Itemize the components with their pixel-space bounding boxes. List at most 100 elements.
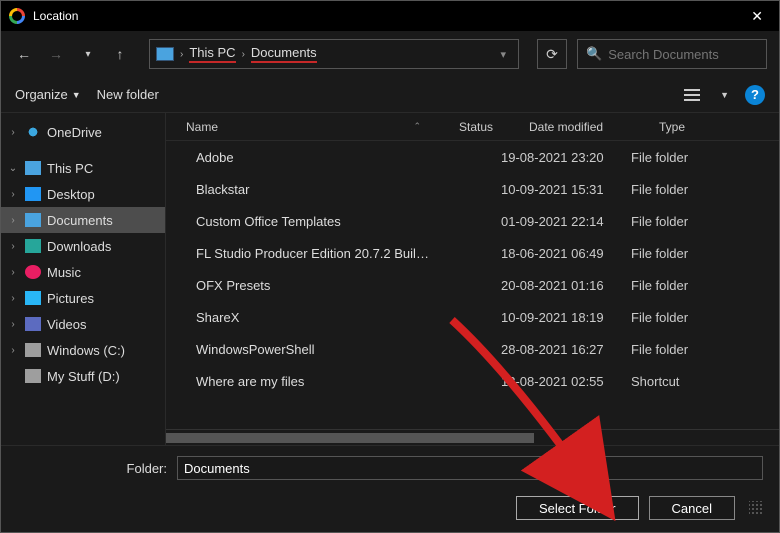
address-dropdown[interactable]: ▾ (494, 48, 512, 61)
tree-label: This PC (47, 161, 93, 176)
tree-downloads[interactable]: › Downloads (1, 233, 165, 259)
tree-label: OneDrive (47, 125, 102, 140)
column-date[interactable]: Date modified (521, 120, 651, 134)
file-row[interactable]: Custom Office Templates01-09-2021 22:14F… (166, 205, 779, 237)
tree-onedrive[interactable]: › OneDrive (1, 119, 165, 145)
file-row[interactable]: ShareX10-09-2021 18:19File folder (166, 301, 779, 333)
file-type: Shortcut (631, 374, 779, 389)
new-folder-button[interactable]: New folder (97, 87, 159, 102)
chevron-down-icon[interactable]: ⌄ (7, 163, 19, 174)
pictures-icon (25, 291, 41, 305)
cloud-icon (25, 125, 41, 139)
back-button[interactable]: ← (13, 43, 35, 65)
tree-label: Downloads (47, 239, 111, 254)
column-name[interactable]: Name⌃ (166, 120, 451, 134)
tree-label: Videos (47, 317, 87, 332)
chevron-down-icon: ▼ (72, 90, 81, 100)
file-type: File folder (631, 150, 779, 165)
organize-menu[interactable]: Organize ▼ (15, 87, 81, 102)
file-date: 19-08-2021 23:20 (501, 150, 631, 165)
chevron-right-icon[interactable]: › (7, 215, 19, 226)
file-row[interactable]: FL Studio Producer Edition 20.7.2 Build … (166, 237, 779, 269)
view-options[interactable] (680, 83, 704, 107)
music-icon (25, 265, 41, 279)
tree-thispc[interactable]: ⌄ This PC (1, 155, 165, 181)
titlebar: Location ✕ (1, 1, 779, 31)
tree-music[interactable]: › Music (1, 259, 165, 285)
organize-label: Organize (15, 87, 68, 102)
close-button[interactable]: ✕ (743, 6, 771, 27)
file-type: File folder (631, 246, 779, 261)
file-date: 18-06-2021 06:49 (501, 246, 631, 261)
tree-pictures[interactable]: › Pictures (1, 285, 165, 311)
forward-button[interactable]: → (45, 43, 67, 65)
chevron-right-icon[interactable]: › (7, 127, 19, 138)
tree-label: Windows (C:) (47, 343, 125, 358)
new-folder-label: New folder (97, 87, 159, 102)
documents-icon (25, 213, 41, 227)
scroll-thumb[interactable] (166, 433, 534, 443)
file-type: File folder (631, 278, 779, 293)
downloads-icon (25, 239, 41, 253)
videos-icon (25, 317, 41, 331)
drive-icon (25, 369, 41, 383)
refresh-button[interactable]: ⟳ (537, 39, 567, 69)
tree-windows-c[interactable]: › Windows (C:) (1, 337, 165, 363)
tree-label: Music (47, 265, 81, 280)
breadcrumb-documents[interactable]: Documents (251, 45, 317, 63)
tree-videos[interactable]: › Videos (1, 311, 165, 337)
tree-label: Pictures (47, 291, 94, 306)
search-icon: 🔍 (586, 46, 602, 62)
file-type: File folder (631, 182, 779, 197)
breadcrumb-thispc[interactable]: This PC (189, 45, 235, 63)
chevron-right-icon: › (242, 49, 245, 60)
file-rows-container: Adobe19-08-2021 23:20File folderBlacksta… (166, 141, 779, 429)
file-date: 01-09-2021 22:14 (501, 214, 631, 229)
file-row[interactable]: Blackstar10-09-2021 15:31File folder (166, 173, 779, 205)
tree-label: My Stuff (D:) (47, 369, 120, 384)
search-box[interactable]: 🔍 (577, 39, 767, 69)
file-date: 13-08-2021 02:55 (501, 374, 631, 389)
sort-indicator-icon: ⌃ (413, 121, 421, 132)
resize-grip[interactable] (749, 501, 763, 515)
up-button[interactable]: ↑ (109, 43, 131, 65)
file-type: File folder (631, 342, 779, 357)
file-type: File folder (631, 214, 779, 229)
location-icon (156, 47, 174, 61)
column-headers: Name⌃ Status Date modified Type (166, 113, 779, 141)
file-date: 10-09-2021 18:19 (501, 310, 631, 325)
chevron-right-icon[interactable]: › (7, 345, 19, 356)
column-status[interactable]: Status (451, 120, 521, 134)
chevron-down-icon[interactable]: ▼ (720, 90, 729, 100)
tree-mystuff-d[interactable]: My Stuff (D:) (1, 363, 165, 389)
chevron-right-icon[interactable]: › (7, 293, 19, 304)
recent-dropdown[interactable]: ▾ (77, 43, 99, 65)
file-date: 10-09-2021 15:31 (501, 182, 631, 197)
file-row[interactable]: Adobe19-08-2021 23:20File folder (166, 141, 779, 173)
file-row[interactable]: WindowsPowerShell28-08-2021 16:27File fo… (166, 333, 779, 365)
file-row[interactable]: Where are my files13-08-2021 02:55Shortc… (166, 365, 779, 397)
chevron-right-icon: › (180, 49, 183, 60)
folder-input[interactable] (177, 456, 763, 480)
chevron-right-icon[interactable]: › (7, 241, 19, 252)
file-date: 28-08-2021 16:27 (501, 342, 631, 357)
desktop-icon (25, 187, 41, 201)
select-folder-button[interactable]: Select Folder (516, 496, 639, 520)
tree-documents[interactable]: › Documents (1, 207, 165, 233)
file-type: File folder (631, 310, 779, 325)
address-bar[interactable]: › This PC › Documents ▾ (149, 39, 519, 69)
chevron-right-icon[interactable]: › (7, 189, 19, 200)
cancel-button[interactable]: Cancel (649, 496, 735, 520)
folder-label: Folder: (17, 461, 167, 476)
chevron-right-icon[interactable]: › (7, 319, 19, 330)
drive-icon (25, 343, 41, 357)
tree-label: Documents (47, 213, 113, 228)
help-button[interactable]: ? (745, 85, 765, 105)
tree-desktop[interactable]: › Desktop (1, 181, 165, 207)
file-date: 20-08-2021 01:16 (501, 278, 631, 293)
file-row[interactable]: OFX Presets20-08-2021 01:16File folder (166, 269, 779, 301)
search-input[interactable] (608, 47, 780, 62)
horizontal-scrollbar[interactable] (166, 429, 779, 445)
chevron-right-icon[interactable]: › (7, 267, 19, 278)
column-type[interactable]: Type (651, 120, 779, 134)
